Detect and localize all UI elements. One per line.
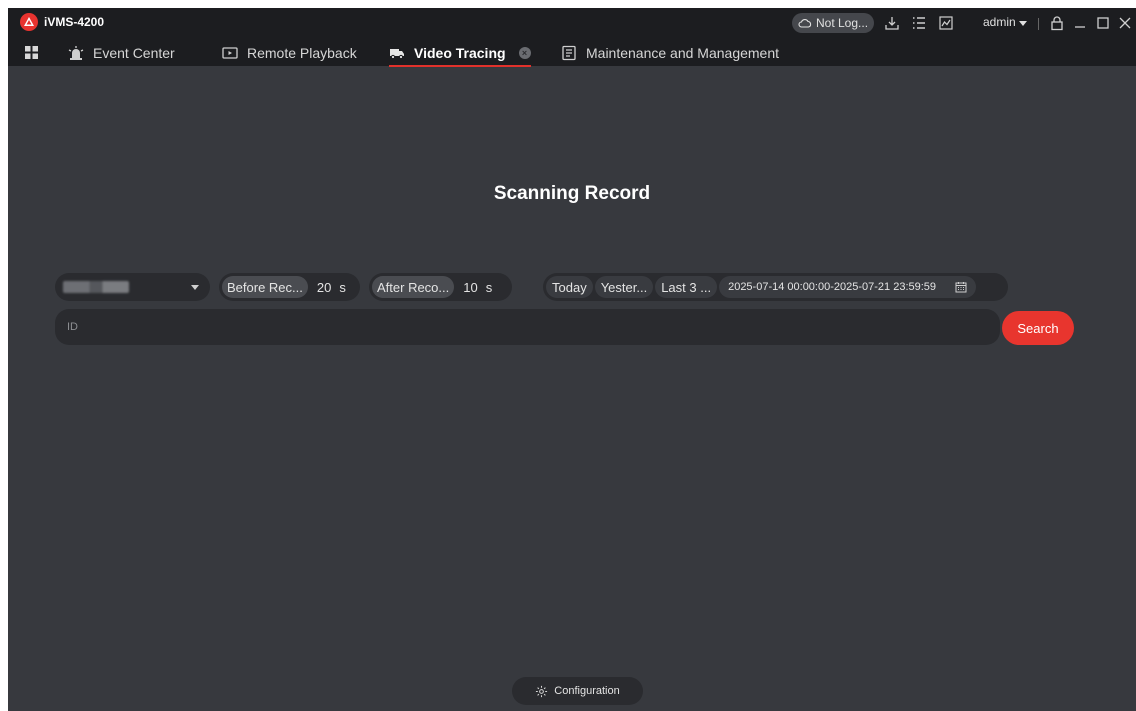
date-filter-group: Today Yester... Last 3 ... 2025-07-14 00… (543, 273, 1008, 301)
minimize-icon[interactable] (1072, 15, 1088, 31)
calendar-icon (955, 282, 967, 293)
app-logo-icon (20, 13, 38, 31)
cloud-login-status[interactable]: Not Log... (792, 13, 874, 33)
date-last-3-days-button[interactable]: Last 3 ... (655, 276, 718, 298)
lock-icon[interactable] (1049, 15, 1065, 31)
after-record-label: After Reco... (372, 276, 455, 298)
before-record-field[interactable]: Before Rec... 20 s (219, 273, 360, 301)
before-record-unit: s (339, 279, 346, 295)
chevron-down-icon (191, 285, 199, 290)
grid-menu-icon[interactable] (25, 46, 38, 59)
maintenance-icon (561, 45, 577, 61)
date-range-picker[interactable]: 2025-07-14 00:00:00-2025-07-21 23:59:59 (719, 276, 977, 298)
tab-label: Remote Playback (247, 45, 357, 61)
after-record-unit: s (485, 279, 493, 295)
configuration-label: Configuration (554, 685, 620, 697)
chevron-down-icon[interactable] (1019, 21, 1027, 26)
tab-label: Video Tracing (414, 45, 506, 61)
before-record-value[interactable]: 20 (317, 280, 331, 295)
header-divider (1038, 18, 1039, 30)
date-yesterday-button[interactable]: Yester... (594, 276, 654, 298)
app-window: iVMS-4200 Event Center Remote Playback V… (8, 8, 1136, 711)
maximize-icon[interactable] (1095, 15, 1111, 31)
tab-event-center[interactable]: Event Center (68, 40, 175, 66)
after-record-value[interactable]: 10 (463, 280, 477, 295)
configuration-button[interactable]: Configuration (512, 677, 643, 705)
monitor-chart-icon[interactable] (938, 15, 954, 31)
playback-icon (222, 45, 238, 61)
download-icon[interactable] (884, 15, 900, 31)
cloud-icon (798, 18, 812, 28)
gear-icon (536, 685, 548, 697)
search-button[interactable]: Search (1002, 311, 1074, 345)
tab-label: Event Center (93, 45, 175, 61)
tab-maintenance-management[interactable]: Maintenance and Management (561, 40, 779, 66)
app-title: iVMS-4200 (44, 15, 105, 29)
alarm-siren-icon (68, 45, 84, 61)
task-list-icon[interactable] (911, 15, 927, 31)
tab-label: Maintenance and Management (586, 45, 780, 61)
tab-remote-playback[interactable]: Remote Playback (222, 40, 357, 66)
title-bar: iVMS-4200 Event Center Remote Playback V… (8, 8, 1136, 67)
date-today-button[interactable]: Today (546, 276, 593, 298)
page-title: Scanning Record (493, 183, 651, 204)
channel-select-value (63, 281, 129, 293)
before-record-label: Before Rec... (222, 276, 308, 298)
close-icon[interactable] (1117, 15, 1133, 31)
after-record-field[interactable]: After Reco... 10 s (369, 273, 512, 301)
login-status-label: Not Log... (816, 16, 869, 30)
tab-video-tracing[interactable]: Video Tracing × (389, 40, 531, 67)
user-name[interactable]: admin (983, 15, 1016, 29)
id-search-input[interactable] (55, 309, 1000, 345)
date-range-value: 2025-07-14 00:00:00-2025-07-21 23:59:59 (728, 281, 937, 293)
vehicle-tracing-icon (389, 45, 405, 61)
tab-close-icon[interactable]: × (518, 47, 531, 59)
channel-select[interactable] (55, 273, 210, 301)
